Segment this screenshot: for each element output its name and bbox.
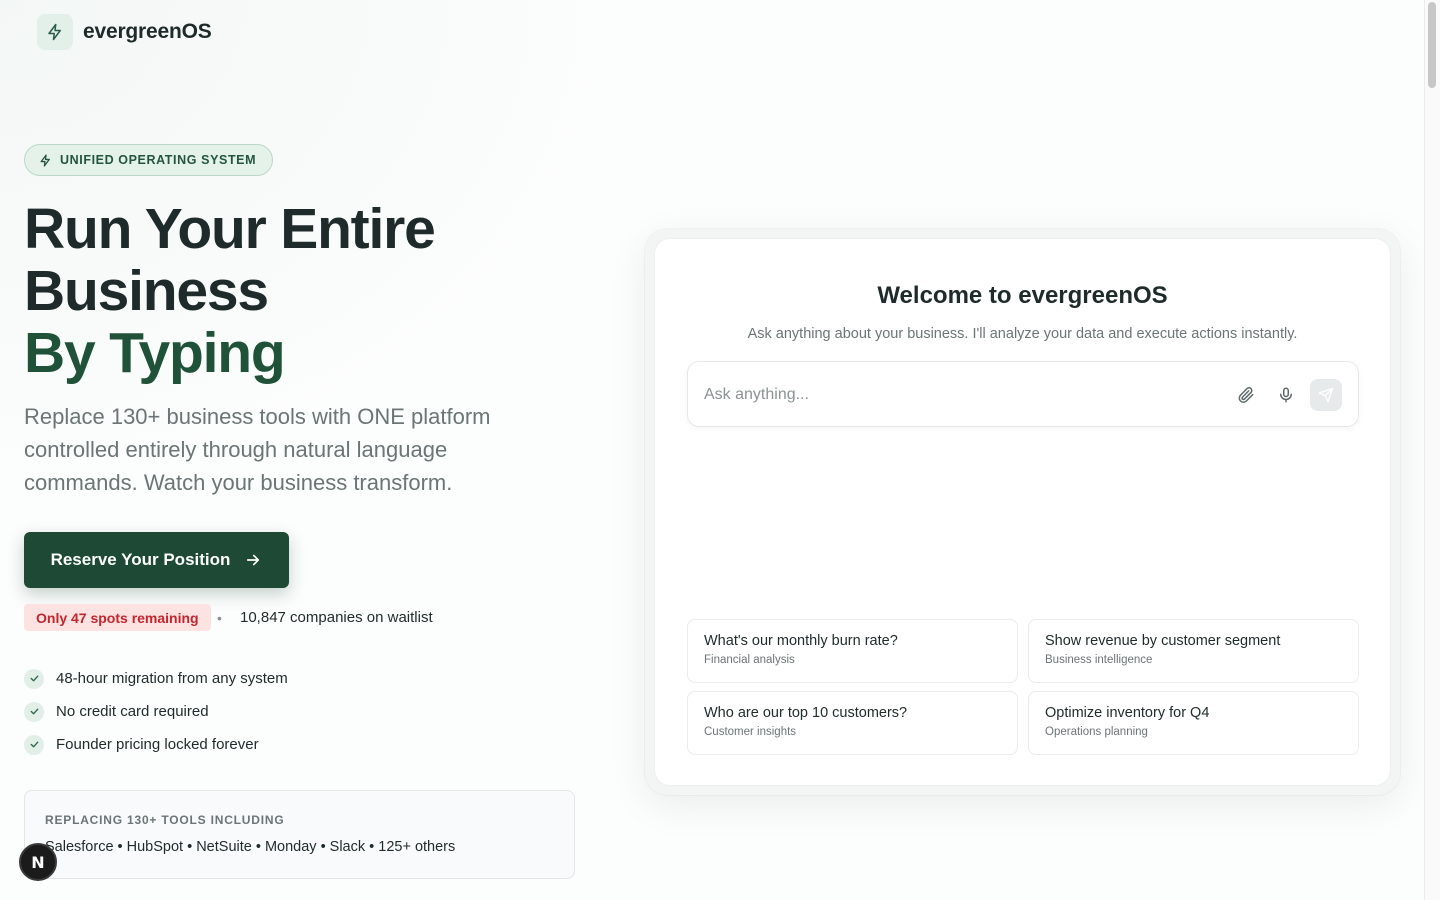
welcome-title: Welcome to evergreenOS — [877, 282, 1168, 309]
bolt-icon — [37, 14, 73, 50]
page-scrollbar[interactable] — [1424, 0, 1440, 900]
check-icon — [24, 668, 44, 689]
headline-line-2: Business — [24, 259, 269, 323]
feature-item: 48-hour migration from any system — [24, 662, 288, 695]
brand-logo[interactable]: evergreenOS — [37, 14, 212, 50]
suggestion-category: Business intelligence — [1045, 654, 1153, 666]
assistant-panel-frame: Welcome to evergreenOS Ask anything abou… — [645, 229, 1400, 795]
hero-headline: Run Your Entire Business By Typing — [24, 198, 584, 384]
check-icon — [24, 734, 44, 755]
suggestion-card[interactable]: What's our monthly burn rate? Financial … — [687, 619, 1018, 683]
suggestion-card[interactable]: Show revenue by customer segment Busines… — [1028, 619, 1359, 683]
paperclip-icon — [1238, 387, 1254, 403]
suggestion-card[interactable]: Who are our top 10 customers? Customer i… — [687, 691, 1018, 755]
replacing-tools-card: REPLACING 130+ TOOLS INCLUDING Salesforc… — [24, 790, 575, 879]
reserve-position-button[interactable]: Reserve Your Position — [24, 532, 289, 588]
welcome-subtitle: Ask anything about your business. I'll a… — [747, 326, 1298, 342]
suggestion-category: Financial analysis — [704, 654, 795, 666]
waitlist-count: 10,847 companies on waitlist — [240, 609, 433, 626]
ask-input[interactable] — [704, 378, 1204, 412]
cta-label: Reserve Your Position — [50, 550, 231, 569]
arrow-right-icon — [247, 554, 260, 566]
scrollbar-thumb[interactable] — [1428, 2, 1436, 88]
send-button[interactable] — [1310, 379, 1342, 411]
badge-label: UNIFIED OPERATING SYSTEM — [60, 153, 257, 167]
hero-subhead: Replace 130+ business tools with ONE pla… — [24, 404, 491, 495]
feature-label: No credit card required — [56, 703, 209, 720]
feature-label: Founder pricing locked forever — [56, 736, 259, 753]
suggestion-question: Who are our top 10 customers? — [704, 705, 908, 721]
microphone-button[interactable] — [1270, 379, 1302, 411]
suggestion-category: Customer insights — [704, 726, 797, 738]
category-badge: UNIFIED OPERATING SYSTEM — [24, 144, 274, 176]
brand-name: evergreenOS — [83, 20, 212, 43]
feature-label: 48-hour migration from any system — [56, 670, 288, 687]
separator-dot: • — [217, 610, 222, 626]
suggestion-card[interactable]: Optimize inventory for Q4 Operations pla… — [1028, 691, 1359, 755]
send-icon — [1318, 387, 1334, 403]
microphone-icon — [1280, 387, 1292, 403]
suggestion-question: Show revenue by customer segment — [1045, 633, 1281, 649]
headline-line-1: Run Your Entire — [24, 197, 436, 261]
ask-box — [687, 361, 1359, 427]
suggestion-question: Optimize inventory for Q4 — [1045, 705, 1210, 721]
replacing-title: REPLACING 130+ TOOLS INCLUDING — [45, 813, 285, 827]
headline-accent: By Typing — [24, 321, 286, 385]
suggestion-grid: What's our monthly burn rate? Financial … — [687, 619, 1359, 755]
feature-list: 48-hour migration from any system No cre… — [24, 662, 288, 761]
replacing-list: Salesforce • HubSpot • NetSuite • Monday… — [45, 839, 456, 855]
dev-tools-badge[interactable]: N — [19, 843, 57, 881]
attach-button[interactable] — [1230, 379, 1262, 411]
assistant-panel: Welcome to evergreenOS Ask anything abou… — [654, 238, 1391, 786]
suggestion-question: What's our monthly burn rate? — [704, 633, 898, 649]
spots-remaining-badge: Only 47 spots remaining — [24, 604, 211, 631]
feature-item: Founder pricing locked forever — [24, 728, 288, 761]
feature-item: No credit card required — [24, 695, 288, 728]
bolt-icon — [40, 153, 50, 167]
suggestion-category: Operations planning — [1045, 726, 1148, 738]
check-icon — [24, 701, 44, 722]
